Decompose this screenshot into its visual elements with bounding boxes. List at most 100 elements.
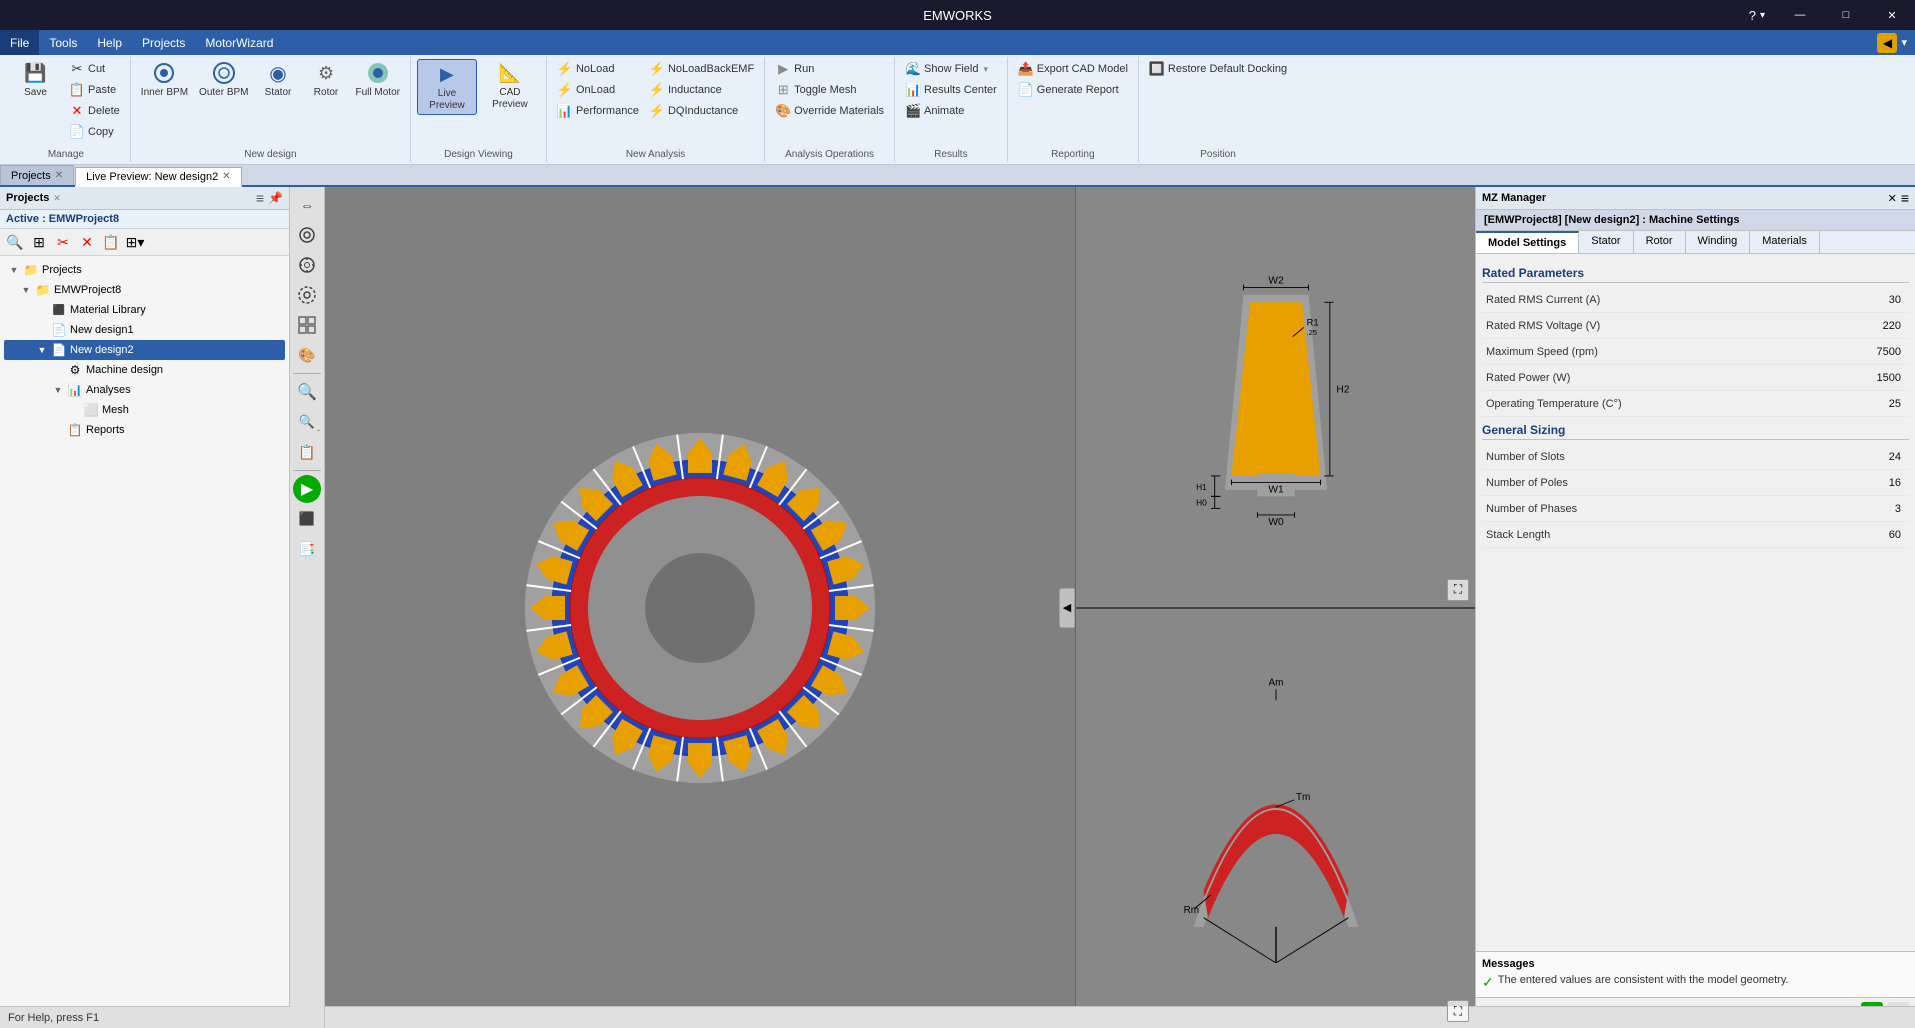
- performance-button[interactable]: 📊 Performance: [553, 101, 643, 121]
- grid-button[interactable]: [293, 311, 321, 339]
- tree-machinedesign[interactable]: ▷ ⚙ Machine design: [4, 360, 285, 380]
- tab-stator[interactable]: Stator: [1579, 231, 1633, 253]
- mz-title: [EMWProject8] [New design2] : Machine Se…: [1476, 210, 1915, 231]
- tree-newdesign1[interactable]: ▷ 📄 New design1: [4, 320, 285, 340]
- gear2-button[interactable]: [293, 251, 321, 279]
- left-toolbar: ⇔ 🎨 🔍 🔍- 📋 ▶ ⬛ 📑: [290, 187, 325, 1028]
- pin-icon[interactable]: 📌: [268, 191, 283, 205]
- tree-projects[interactable]: ▼ 📁 Projects: [4, 260, 285, 280]
- mz-messages: Messages ✓ The entered values are consis…: [1476, 951, 1915, 997]
- innerbpm-button[interactable]: Inner BPM: [137, 59, 192, 101]
- fullmotor-button[interactable]: Full Motor: [352, 59, 404, 101]
- sidebar-header: Projects ✕ ≡ 📌: [0, 187, 289, 210]
- menu-motorwizard[interactable]: MotorWizard: [195, 30, 283, 55]
- tree-emwproject8[interactable]: ▼ 📁 EMWProject8: [4, 280, 285, 300]
- noloadbackemf-button[interactable]: ⚡ NoLoadBackEMF: [645, 59, 758, 79]
- copy-tree-button[interactable]: 📋: [100, 231, 122, 253]
- performance-icon: 📊: [557, 103, 573, 119]
- status-text: For Help, press F1: [8, 1012, 99, 1024]
- ribbon-group-reporting: 📤 Export CAD Model 📄 Generate Report Rep…: [1008, 57, 1139, 162]
- menu-projects[interactable]: Projects: [132, 30, 195, 55]
- app-title: EMWORKS: [923, 8, 992, 23]
- tree-materiallibrary[interactable]: ▷ ⬛ Material Library: [4, 300, 285, 320]
- onload-button[interactable]: ⚡ OnLoad: [553, 80, 643, 100]
- minimize-button[interactable]: —: [1777, 0, 1823, 30]
- tab-materials[interactable]: Materials: [1750, 231, 1820, 253]
- overridematerials-button[interactable]: 🎨 Override Materials: [771, 101, 888, 121]
- cut-button[interactable]: ✂ Cut: [65, 59, 124, 79]
- tab-projects-close[interactable]: ✕: [55, 170, 63, 181]
- stator-button[interactable]: ◉ Stator: [256, 59, 301, 101]
- color-button[interactable]: 🎨: [293, 341, 321, 369]
- svg-text:Am: Am: [1268, 678, 1283, 689]
- menu-tools[interactable]: Tools: [39, 30, 87, 55]
- rotor-button[interactable]: ⚙ Rotor: [304, 59, 349, 101]
- row-power: Rated Power (W) 1500: [1482, 365, 1909, 391]
- display-options-button[interactable]: ⊞▾: [124, 231, 146, 253]
- save-button[interactable]: 💾 Save: [8, 59, 63, 101]
- noload-button[interactable]: ⚡ NoLoad: [553, 59, 643, 79]
- tree-analyses[interactable]: ▼ 📊 Analyses: [4, 380, 285, 400]
- svg-text:W2: W2: [1268, 275, 1284, 286]
- outerbpm-button[interactable]: Outer BPM: [195, 59, 252, 101]
- play-button[interactable]: ▶: [293, 475, 321, 503]
- layers-button[interactable]: 📑: [293, 535, 321, 563]
- inductance-button[interactable]: ⚡ Inductance: [645, 80, 758, 100]
- reporting-buttons: 📤 Export CAD Model 📄 Generate Report: [1014, 59, 1132, 114]
- collapse-button[interactable]: ◀: [1059, 588, 1075, 628]
- run-button[interactable]: ▶ Run: [771, 59, 888, 79]
- menu-file[interactable]: File: [0, 30, 39, 55]
- cadpreview-button[interactable]: 📐 CAD Preview: [480, 59, 540, 113]
- mz-menu-icon[interactable]: ≡: [1901, 190, 1909, 206]
- rotor-expand-button[interactable]: ⛶: [1447, 1000, 1469, 1022]
- resultscenter-button[interactable]: 📊 Results Center: [901, 80, 1001, 100]
- innerbpm-icon: [152, 61, 176, 85]
- analysis-col1: ⚡ NoLoad ⚡ OnLoad 📊 Performance: [553, 59, 643, 135]
- close-button[interactable]: ✕: [1869, 0, 1915, 30]
- exportcad-button[interactable]: 📤 Export CAD Model: [1014, 59, 1132, 79]
- measure-button[interactable]: ⇔: [293, 191, 321, 219]
- sidebar-title: Projects: [6, 192, 49, 204]
- sidebar-toolbar: 🔍 ⊞ ✂ ✕ 📋 ⊞▾: [0, 229, 289, 256]
- tab-winding[interactable]: Winding: [1686, 231, 1751, 253]
- zoomout-button[interactable]: 🔍-: [293, 408, 321, 436]
- delete-button[interactable]: ✕ Delete: [65, 101, 124, 121]
- clipboard-button[interactable]: 📋: [293, 438, 321, 466]
- tab-livepreview-close[interactable]: ✕: [222, 171, 230, 182]
- livepreview-button[interactable]: ▶ Live Preview: [417, 59, 477, 115]
- animate-button[interactable]: 🎬 Animate: [901, 101, 1001, 121]
- copy-button[interactable]: 📄 Copy: [65, 122, 124, 142]
- stator-diagram: W2 R1 .25 H2 W1: [1176, 267, 1376, 527]
- tab-livepreview[interactable]: Live Preview: New design2 ✕: [75, 167, 241, 187]
- paste-button[interactable]: 📋 Paste: [65, 80, 124, 100]
- extra-btn1[interactable]: ◀: [1877, 33, 1897, 53]
- stator-expand-button[interactable]: ⛶: [1447, 579, 1469, 601]
- dqinductance-button[interactable]: ⚡ DQInductance: [645, 101, 758, 121]
- new-item-button[interactable]: ⊞: [28, 231, 50, 253]
- tree-newdesign2[interactable]: ▼ 📄 New design2: [4, 340, 285, 360]
- showfield-button[interactable]: 🌊 Show Field ▾: [901, 59, 1001, 79]
- togglemesh-button[interactable]: ⊞ Toggle Mesh: [771, 80, 888, 100]
- sidebar-menu-icon[interactable]: ≡: [256, 190, 264, 206]
- extra-dropdown[interactable]: ▾: [1901, 36, 1907, 49]
- row-current: Rated RMS Current (A) 30: [1482, 287, 1909, 313]
- zoomin-button[interactable]: 🔍: [293, 378, 321, 406]
- help-button[interactable]: ? ▾: [1739, 8, 1775, 23]
- search-button[interactable]: 🔍: [4, 231, 26, 253]
- tree-mesh[interactable]: ▷ ⬜ Mesh: [4, 400, 285, 420]
- mz-manager-panel: MZ Manager ✕ ≡ [EMWProject8] [New design…: [1475, 187, 1915, 1028]
- mz-close-icon[interactable]: ✕: [1888, 192, 1897, 205]
- restoredocking-button[interactable]: 🔲 Restore Default Docking: [1145, 59, 1291, 79]
- capture-button[interactable]: ⬛: [293, 505, 321, 533]
- gear3-button[interactable]: [293, 281, 321, 309]
- rotor-icon: ⚙: [314, 61, 338, 85]
- delete-tree-button[interactable]: ✕: [76, 231, 98, 253]
- tab-modelsettings[interactable]: Model Settings: [1476, 231, 1579, 253]
- gear1-button[interactable]: [293, 221, 321, 249]
- maximize-button[interactable]: □: [1823, 0, 1869, 30]
- cut-tree-button[interactable]: ✂: [52, 231, 74, 253]
- tree-reports[interactable]: ▷ 📋 Reports: [4, 420, 285, 440]
- generatereport-button[interactable]: 📄 Generate Report: [1014, 80, 1132, 100]
- tab-rotor[interactable]: Rotor: [1634, 231, 1686, 253]
- menu-help[interactable]: Help: [87, 30, 132, 55]
